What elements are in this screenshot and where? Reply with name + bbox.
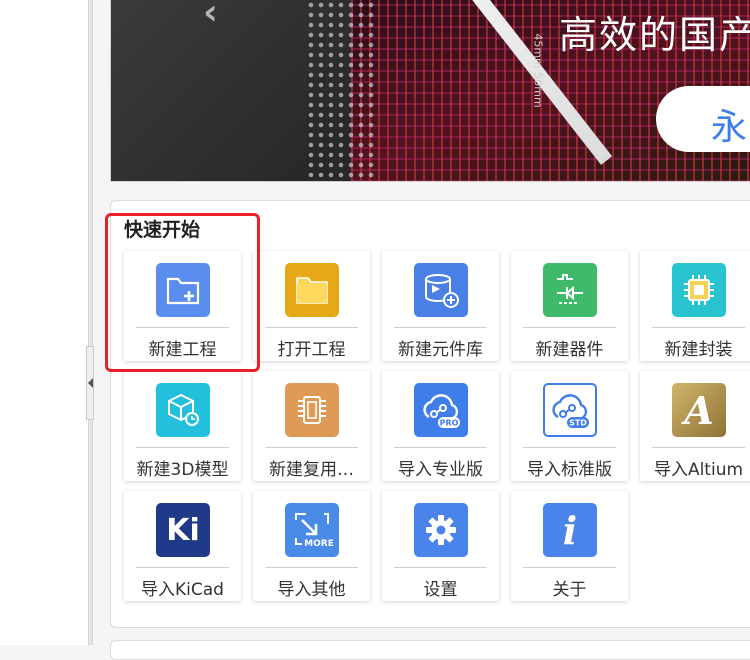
tile-divider bbox=[394, 447, 487, 448]
tile-divider bbox=[523, 327, 616, 328]
tile-label: 新建工程 bbox=[148, 340, 217, 360]
kicad-logo-icon: Ki bbox=[156, 503, 210, 557]
import-other-button[interactable]: MORE 导入其他 bbox=[253, 491, 370, 601]
import-kicad-button[interactable]: Ki 导入KiCad bbox=[124, 491, 241, 601]
tile-label: 新建器件 bbox=[535, 340, 604, 360]
info-icon: i bbox=[543, 503, 597, 557]
tile-divider bbox=[265, 327, 358, 328]
tile-divider bbox=[136, 567, 229, 568]
folder-plus-icon bbox=[156, 263, 210, 317]
left-panel bbox=[0, 0, 88, 645]
import-altium-button[interactable]: A 导入Altium bbox=[640, 371, 750, 481]
new-library-button[interactable]: 新建元件库 bbox=[382, 251, 499, 361]
tile-divider bbox=[394, 327, 487, 328]
gear-icon bbox=[414, 503, 468, 557]
about-button[interactable]: i 关于 bbox=[511, 491, 628, 601]
pro-badge-text: PRO bbox=[440, 419, 459, 428]
banner-cta-button[interactable]: 永 bbox=[656, 86, 750, 152]
folder-icon bbox=[285, 263, 339, 317]
reuse-chip-icon bbox=[285, 383, 339, 437]
tile-divider bbox=[652, 327, 745, 328]
chip-footprint-icon bbox=[672, 263, 726, 317]
splitter[interactable] bbox=[88, 0, 93, 645]
more-badge-text: MORE bbox=[304, 539, 334, 549]
banner-measure-text: 45mm 50mm bbox=[531, 33, 545, 108]
tile-divider bbox=[265, 567, 358, 568]
kicad-logo-text: Ki bbox=[166, 512, 200, 548]
tile-divider bbox=[523, 447, 616, 448]
tile-label: 新建3D模型 bbox=[136, 460, 229, 480]
open-project-button[interactable]: 打开工程 bbox=[253, 251, 370, 361]
tile-label: 导入其他 bbox=[277, 580, 346, 600]
tile-label: 设置 bbox=[423, 580, 458, 600]
tile-label: 新建复用… bbox=[269, 460, 354, 480]
tile-label: 导入KiCad bbox=[141, 580, 224, 600]
import-std-button[interactable]: STD 导入标准版 bbox=[511, 371, 628, 481]
promo-banner[interactable]: 45mm 50mm ‹ 高效的国产 永 bbox=[110, 0, 750, 182]
tile-label: 导入标准版 bbox=[527, 460, 612, 480]
tile-divider bbox=[136, 447, 229, 448]
new-footprint-button[interactable]: 新建封装 bbox=[640, 251, 750, 361]
schematic-device-icon bbox=[543, 263, 597, 317]
new-reuse-block-button[interactable]: 新建复用… bbox=[253, 371, 370, 481]
collapse-arrow-icon bbox=[88, 378, 93, 388]
banner-dots-image bbox=[306, 0, 376, 181]
tile-divider bbox=[265, 447, 358, 448]
altium-logo-text: A bbox=[684, 387, 714, 433]
settings-button[interactable]: 设置 bbox=[382, 491, 499, 601]
banner-prev-icon[interactable]: ‹ bbox=[203, 0, 218, 33]
tile-label: 新建封装 bbox=[664, 340, 733, 360]
banner-cta-label: 永 bbox=[711, 107, 748, 148]
new-device-button[interactable]: 新建器件 bbox=[511, 251, 628, 361]
cube-3d-icon bbox=[156, 383, 210, 437]
info-glyph-text: i bbox=[562, 507, 578, 553]
library-plus-icon bbox=[414, 263, 468, 317]
cloud-pro-icon: PRO bbox=[414, 383, 468, 437]
next-panel bbox=[110, 640, 750, 660]
quick-start-panel: 快速开始 新建工程 打开工程 新建元件库 新建器件 新建封装 新建3D模型 新建… bbox=[110, 200, 750, 628]
banner-slogan: 高效的国产 bbox=[559, 13, 750, 57]
std-badge-text: STD bbox=[569, 419, 587, 428]
tile-divider bbox=[652, 447, 745, 448]
tile-divider bbox=[136, 327, 229, 328]
altium-logo-icon: A bbox=[672, 383, 726, 437]
cloud-std-icon: STD bbox=[543, 383, 597, 437]
tile-label: 关于 bbox=[552, 580, 587, 600]
import-more-icon: MORE bbox=[285, 503, 339, 557]
import-pro-button[interactable]: PRO 导入专业版 bbox=[382, 371, 499, 481]
tile-divider bbox=[394, 567, 487, 568]
tile-label: 导入Altium bbox=[653, 460, 744, 480]
tile-label: 新建元件库 bbox=[398, 340, 483, 360]
new-project-button[interactable]: 新建工程 bbox=[124, 251, 241, 361]
tile-label: 打开工程 bbox=[277, 340, 346, 360]
tile-divider bbox=[523, 567, 616, 568]
collapse-panel-button[interactable] bbox=[86, 346, 94, 420]
tile-label: 导入专业版 bbox=[398, 460, 483, 480]
section-title: 快速开始 bbox=[124, 219, 201, 241]
new-3d-model-button[interactable]: 新建3D模型 bbox=[124, 371, 241, 481]
